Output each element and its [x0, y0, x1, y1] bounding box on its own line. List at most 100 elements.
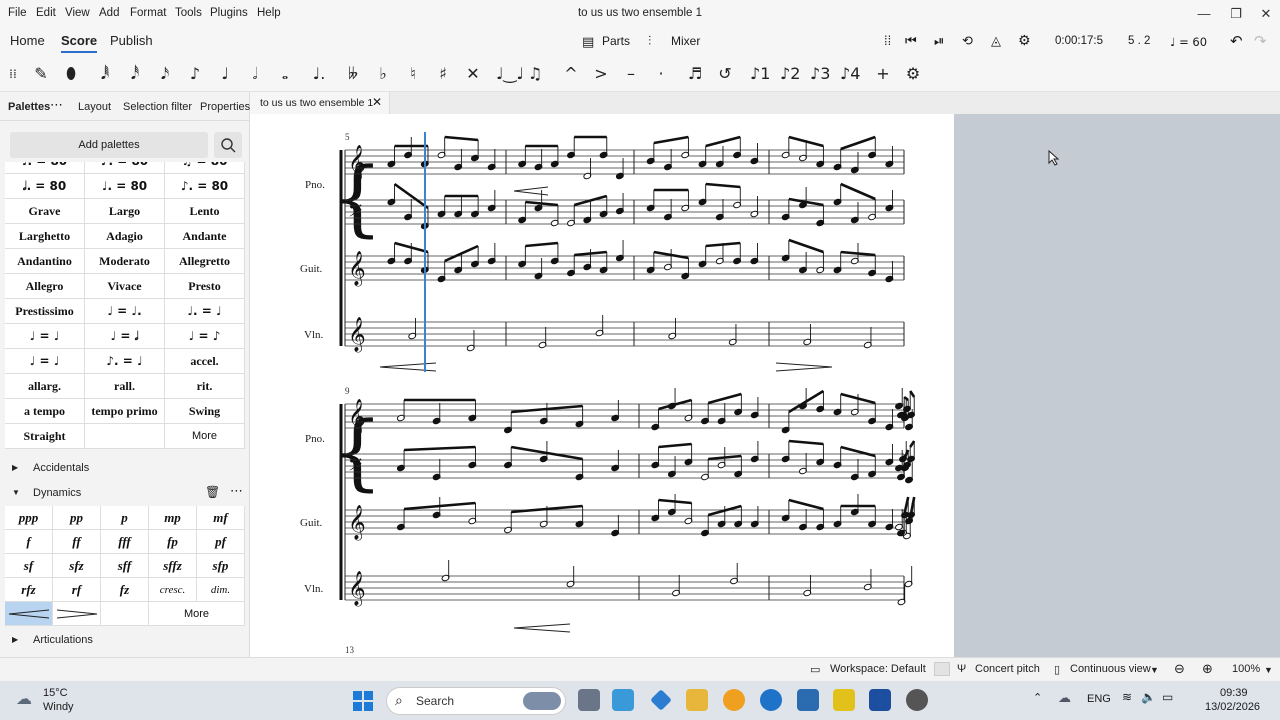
accidentals-section[interactable]: ▶ Accidentals: [0, 457, 249, 481]
volume-icon[interactable]: 🔈: [1141, 690, 1156, 704]
language-indicator[interactable]: ENG: [1087, 693, 1111, 705]
tab-selection-filter[interactable]: Selection filter: [123, 101, 192, 113]
taskbar-search[interactable]: ⌕ Search: [386, 687, 566, 715]
playback-settings-icon[interactable]: ⚙: [1018, 32, 1031, 49]
tempo-palette-cell[interactable]: [85, 424, 165, 449]
64th-note-icon[interactable]: 𝅘𝅥𝅱: [96, 62, 114, 86]
tempo-palette-cell[interactable]: rit.: [165, 374, 245, 399]
note-input-icon[interactable]: ⬮: [62, 62, 80, 86]
tie-icon[interactable]: ♩‿♩: [496, 62, 524, 86]
tempo-palette-cell[interactable]: tempo primo: [85, 399, 165, 424]
dynamic-palette-cell[interactable]: rf: [53, 578, 101, 602]
menu-plugins[interactable]: Plugins: [210, 7, 248, 19]
dynamic-palette-cell[interactable]: fff: [101, 530, 149, 554]
palettes-menu-icon[interactable]: ⋯: [50, 97, 63, 113]
zoom-out-icon[interactable]: ⊖: [1174, 661, 1185, 677]
dynamic-palette-cell[interactable]: sfp: [197, 554, 245, 578]
notepad-icon[interactable]: [797, 689, 819, 711]
tempo-palette-cell[interactable]: ♩. = 80: [85, 174, 165, 199]
menu-file[interactable]: File: [8, 7, 27, 19]
natural-icon[interactable]: ♮: [404, 62, 422, 86]
dynamic-palette-cell[interactable]: [101, 602, 149, 626]
dynamic-palette-cell[interactable]: dim.: [197, 578, 245, 602]
dynamic-palette-cell[interactable]: f: [5, 530, 53, 554]
accent-icon[interactable]: >: [592, 62, 610, 86]
tempo-palette-cell[interactable]: rall.: [85, 374, 165, 399]
32nd-note-icon[interactable]: 𝅘𝅥𝅰: [126, 62, 144, 86]
view-dropdown-icon[interactable]: ▼: [1150, 665, 1159, 675]
tempo-palette-cell[interactable]: Largo: [85, 199, 165, 224]
weather-icon[interactable]: ☁: [16, 689, 32, 709]
16th-note-icon[interactable]: 𝅘𝅥𝅯: [156, 62, 174, 86]
flip-direction-icon[interactable]: ↺: [716, 62, 734, 86]
augmentation-dot-icon[interactable]: ♩.: [310, 62, 328, 86]
score-notation[interactable]: 5{𝄞Pno.𝄢𝄞Guit.𝄞Vln.9{𝄞Pno.𝄢𝄞Guit.𝄞Vln.13: [250, 114, 954, 657]
dynamic-palette-cell[interactable]: mf: [197, 506, 245, 530]
voice-4-icon[interactable]: ♪4: [840, 62, 860, 86]
grip-icon[interactable]: ⁞⁞: [884, 33, 891, 48]
tempo-palette-cell[interactable]: ♩ = ♪: [165, 324, 245, 349]
dynamic-palette-cell[interactable]: pf: [197, 530, 245, 554]
chrome-icon[interactable]: [723, 689, 745, 711]
add-icon[interactable]: +: [874, 62, 892, 86]
tenuto-icon[interactable]: –: [622, 62, 640, 86]
dynamic-palette-cell[interactable]: sfz: [53, 554, 101, 578]
tempo-palette-cell[interactable]: 𝅗𝅥. = 80: [5, 174, 85, 199]
tempo-palette-cell[interactable]: ♩ = ♩: [5, 324, 85, 349]
tempo-palette-cell[interactable]: Andante: [165, 224, 245, 249]
voice-1-icon[interactable]: ♪1: [750, 62, 770, 86]
zoom-level[interactable]: 100%: [1232, 663, 1260, 675]
wifi-icon[interactable]: ≋: [1122, 690, 1132, 704]
dynamic-palette-cell[interactable]: fz: [101, 578, 149, 602]
tempo-palette-cell[interactable]: ♫ = 80: [165, 162, 245, 174]
tempo-palette-cell[interactable]: ♩ = ♩: [5, 349, 85, 374]
tempo-palette-cell[interactable]: Moderato: [85, 249, 165, 274]
double-flat-icon[interactable]: 𝄫: [344, 62, 362, 86]
menu-edit[interactable]: Edit: [36, 7, 56, 19]
calculator-icon[interactable]: [612, 689, 634, 711]
tempo-palette-cell[interactable]: Lento: [165, 199, 245, 224]
parts-button[interactable]: Parts: [602, 34, 630, 48]
tempo-more-button[interactable]: More: [165, 424, 245, 449]
tempo-palette-cell[interactable]: Allegretto: [165, 249, 245, 274]
dynamic-palette-cell[interactable]: pp: [53, 506, 101, 530]
zoom-in-icon[interactable]: ⊕: [1202, 661, 1213, 677]
whole-note-icon[interactable]: 𝅝: [276, 62, 294, 86]
dynamic-palette-cell[interactable]: sffz: [149, 554, 197, 578]
rewind-icon[interactable]: ⏮: [905, 33, 917, 49]
tempo-palette-cell[interactable]: Andantino: [5, 249, 85, 274]
dynamic-palette-cell[interactable]: sff: [101, 554, 149, 578]
toolbar-settings-icon[interactable]: ⚙: [904, 62, 922, 86]
palette-search-button[interactable]: [214, 132, 242, 158]
restore-button[interactable]: ❐: [1222, 4, 1250, 24]
menu-view[interactable]: View: [65, 7, 90, 19]
tempo-palette-cell[interactable]: Vivace: [85, 274, 165, 299]
tempo-palette-cell[interactable]: Presto: [165, 274, 245, 299]
battery-icon[interactable]: ▭: [1162, 690, 1173, 704]
tempo-palette-cell[interactable]: Larghetto: [5, 224, 85, 249]
redo-icon[interactable]: ↷: [1254, 32, 1267, 50]
eighth-note-icon[interactable]: ♪: [186, 62, 204, 86]
tuplet-icon[interactable]: ♬: [686, 62, 704, 86]
trash-icon[interactable]: 🗑: [205, 485, 220, 499]
zoom-dropdown-icon[interactable]: ▼: [1264, 665, 1273, 675]
dynamic-palette-cell[interactable]: mp: [149, 506, 197, 530]
dynamic-palette-cell[interactable]: ppp: [5, 506, 53, 530]
slur-icon[interactable]: ♫: [526, 62, 544, 86]
dynamics-menu-icon[interactable]: ⋯: [230, 483, 243, 499]
double-sharp-icon[interactable]: ✕: [464, 62, 482, 86]
metronome-icon[interactable]: ◬: [991, 33, 1001, 49]
dynamics-section[interactable]: ▼ Dynamics 🗑 ⋯: [0, 482, 249, 506]
file-explorer-icon[interactable]: [686, 689, 708, 711]
tempo-palette-cell[interactable]: ♩. = ♩: [165, 299, 245, 324]
clock-date[interactable]: 13/02/2026: [1205, 701, 1260, 713]
tempo-palette-cell[interactable]: ♩ = ♩.: [85, 299, 165, 324]
tempo-palette-cell[interactable]: Grave: [5, 199, 85, 224]
dynamic-palette-cell[interactable]: sf: [5, 554, 53, 578]
concert-pitch-label[interactable]: Concert pitch: [975, 663, 1040, 675]
quarter-note-icon[interactable]: ♩: [216, 62, 234, 86]
tempo-palette-cell[interactable]: ♪. = 80: [85, 162, 165, 174]
task-view-icon[interactable]: [578, 689, 600, 711]
dynamic-palette-cell[interactable]: p: [101, 506, 149, 530]
dynamic-palette-cell[interactable]: fp: [149, 530, 197, 554]
